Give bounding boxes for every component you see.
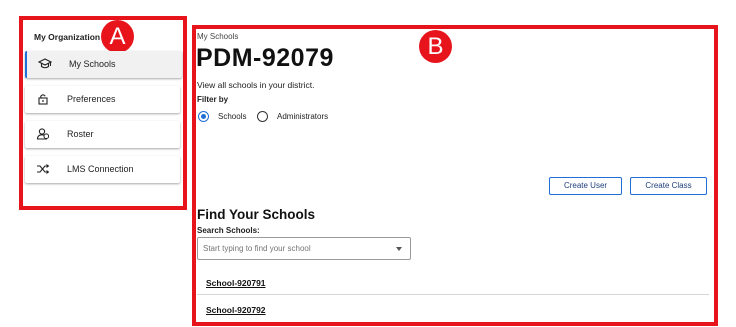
find-schools-heading: Find Your Schools	[197, 207, 316, 222]
page-title: PDM-92079	[196, 44, 334, 72]
annotation-badge-b: B	[419, 30, 452, 63]
sidebar-item-roster[interactable]: Roster	[25, 121, 180, 148]
sidebar-title: My Organization	[34, 32, 101, 42]
create-user-button[interactable]: Create User	[549, 177, 622, 195]
users-icon	[36, 127, 50, 141]
chevron-down-icon[interactable]	[396, 247, 402, 251]
radio-label-administrators: Administrators	[277, 112, 329, 121]
sidebar-item-lms-connection[interactable]: LMS Connection	[25, 156, 180, 183]
radio-schools[interactable]	[198, 111, 209, 122]
filter-label: Filter by	[197, 95, 229, 104]
sidebar-item-my-schools[interactable]: My Schools	[25, 51, 182, 78]
sidebar-item-label: Preferences	[67, 94, 116, 104]
school-link-920792[interactable]: School-920792	[206, 305, 266, 315]
sidebar-item-label: LMS Connection	[67, 164, 134, 174]
list-divider	[197, 294, 709, 295]
radio-administrators[interactable]	[257, 111, 268, 122]
radio-label-schools: Schools	[218, 112, 247, 121]
sidebar-item-label: Roster	[67, 129, 94, 139]
graduation-cap-icon	[37, 57, 53, 71]
shuffle-icon	[36, 162, 50, 176]
annotation-badge-a: A	[101, 20, 134, 53]
search-schools-combobox[interactable]	[197, 237, 411, 260]
lock-icon	[36, 92, 50, 106]
create-class-button[interactable]: Create Class	[630, 177, 707, 195]
sidebar-item-preferences[interactable]: Preferences	[25, 86, 180, 113]
search-input[interactable]	[203, 241, 383, 255]
breadcrumb: My Schools	[197, 32, 239, 41]
search-label: Search Schools:	[197, 226, 260, 235]
sidebar-item-label: My Schools	[69, 59, 116, 69]
page-description: View all schools in your district.	[197, 80, 315, 90]
school-link-920791[interactable]: School-920791	[206, 278, 266, 288]
